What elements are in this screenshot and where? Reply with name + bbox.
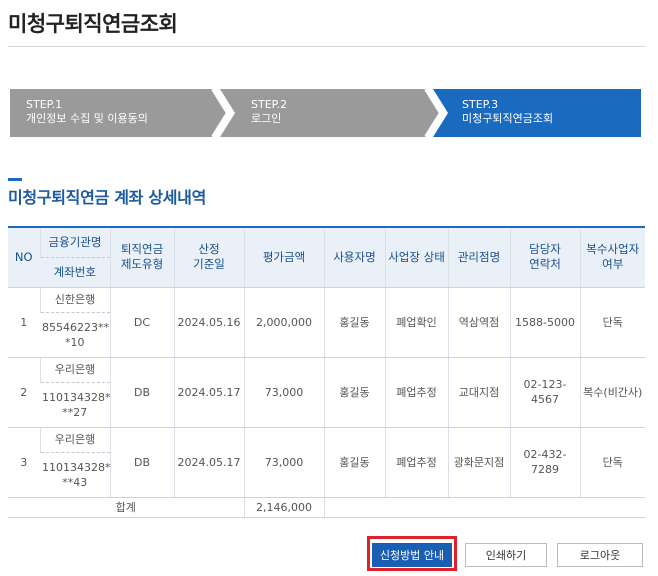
- row-no: 3: [8, 427, 40, 498]
- col-multi-label: 복수사업자 여부: [586, 242, 640, 272]
- row-account-no: 110134328* **43: [40, 452, 111, 498]
- col-contact: 담당자 연락처: [509, 226, 580, 288]
- step-3-number: STEP.3: [462, 98, 499, 111]
- row-user: 홍길동: [323, 287, 385, 358]
- total-label: 합계: [8, 497, 244, 518]
- step-1-label: 개인정보 수집 및 이용동의: [26, 112, 148, 125]
- col-user: 사용자명: [323, 226, 385, 288]
- col-contact-label: 담당자 연락처: [529, 242, 561, 272]
- row-contact: 02-432-7289: [509, 427, 580, 498]
- step-3: STEP.3 미청구퇴직연금조회: [462, 98, 553, 126]
- section-title: 미청구퇴직연금 계좌 상세내역: [8, 188, 207, 207]
- row-value: 73,000: [243, 357, 324, 428]
- row-branch: 역삼역점: [447, 287, 510, 358]
- row-institution: 우리은행: [39, 357, 110, 383]
- row-branch: 교대지점: [447, 357, 510, 428]
- step-progress: STEP.1 개인정보 수집 및 이용동의 STEP.2 로그인 STEP.3 …: [10, 89, 641, 137]
- step-2-label: 로그인: [251, 112, 282, 125]
- col-multi: 복수사업자 여부: [579, 226, 645, 288]
- title-divider: [8, 46, 646, 47]
- step-2-number: STEP.2: [251, 98, 288, 111]
- row-user: 홍길동: [323, 357, 385, 428]
- col-value: 평가금액: [243, 226, 324, 288]
- step-1-number: STEP.1: [26, 98, 63, 111]
- row-institution: 신한은행: [39, 287, 110, 313]
- table-row: 2 우리은행 DB 2024.05.17 73,000 홍길동 폐업추정 교대지점 02-123…: [8, 357, 645, 428]
- row-calc-date: 2024.05.16: [173, 287, 244, 358]
- table-row: 3 우리은행 DB 2024.05.17 73,000 홍길동 폐업추정 광화문지점 02-43…: [8, 427, 645, 498]
- col-account-no: 계좌번호: [40, 257, 110, 288]
- row-branch: 광화문지점: [447, 427, 510, 498]
- row-account-no: 110134328* **27: [40, 382, 111, 428]
- total-empty: [323, 497, 645, 518]
- table-row: 1 신한은행 DC 2024.05.16 2,000,000 홍길동 폐업확인 역삼역점 158…: [8, 287, 645, 358]
- row-biz-status: 폐업확인: [384, 287, 448, 358]
- print-button[interactable]: 인쇄하기: [465, 543, 547, 567]
- row-plan-type: DC: [109, 287, 174, 358]
- col-institution: 금융기관명: [39, 226, 110, 258]
- total-row: 합계 2,146,000: [8, 497, 645, 518]
- col-biz-status: 사업장 상태: [384, 226, 448, 288]
- row-contact: 1588-5000: [509, 287, 580, 358]
- col-plan-type: 퇴직연금 제도유형: [109, 226, 174, 288]
- step-3-label: 미청구퇴직연금조회: [462, 112, 554, 125]
- row-biz-status: 폐업추정: [384, 357, 448, 428]
- row-calc-date: 2024.05.17: [173, 427, 244, 498]
- col-plan-type-label: 퇴직연금 제도유형: [120, 242, 164, 272]
- account-detail-table: NO 금융기관명 퇴직연금 제도유형 산정 기준일 평가금액 사용자명 사업장 …: [8, 226, 645, 518]
- row-user: 홍길동: [323, 427, 385, 498]
- row-plan-type: DB: [109, 357, 174, 428]
- col-no: NO: [8, 226, 40, 288]
- total-value: 2,146,000: [243, 497, 324, 518]
- row-no: 1: [8, 287, 40, 358]
- application-guide-button[interactable]: 신청방법 안내: [372, 543, 452, 567]
- row-multi: 단독: [579, 427, 645, 498]
- col-branch: 관리점명: [447, 226, 510, 288]
- row-no: 2: [8, 357, 40, 428]
- section-marker: [8, 178, 22, 181]
- step-1: STEP.1 개인정보 수집 및 이용동의: [26, 98, 148, 126]
- row-multi: 단독: [579, 287, 645, 358]
- logout-button[interactable]: 로그아웃: [557, 543, 643, 567]
- page-title: 미청구퇴직연금조회: [8, 12, 178, 36]
- row-contact: 02-123-4567: [509, 357, 580, 428]
- row-account-no: 85546223** *10: [40, 312, 110, 358]
- row-value: 73,000: [243, 427, 324, 498]
- row-biz-status: 폐업추정: [384, 427, 448, 498]
- row-plan-type: DB: [109, 427, 174, 498]
- row-calc-date: 2024.05.17: [173, 357, 244, 428]
- row-institution: 우리은행: [39, 427, 110, 453]
- col-calc-date-label: 산정 기준일: [193, 242, 225, 272]
- step-2: STEP.2 로그인: [251, 98, 287, 126]
- row-value: 2,000,000: [243, 287, 324, 358]
- row-multi: 복수(비간사): [579, 357, 645, 428]
- col-calc-date: 산정 기준일: [173, 226, 244, 288]
